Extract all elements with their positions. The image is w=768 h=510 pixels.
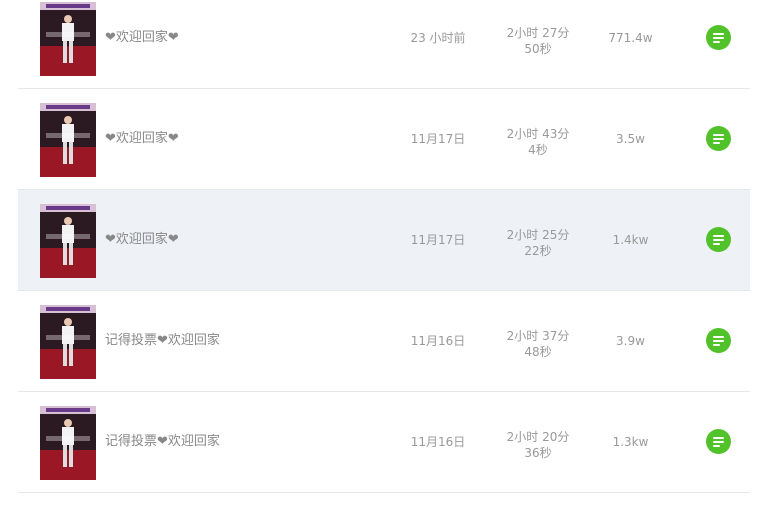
view-count: 1.4kw <box>612 233 649 247</box>
publish-time: 11月16日 <box>410 334 466 348</box>
video-thumbnail[interactable] <box>40 204 96 278</box>
list-item[interactable]: 记得投票❤欢迎回家 11月16日 2小时 20分 36秒 1.3kw <box>18 392 750 493</box>
duration-seconds: 4秒 <box>528 143 548 157</box>
list-icon[interactable] <box>706 126 731 151</box>
video-thumbnail[interactable] <box>40 103 96 177</box>
video-title[interactable]: 记得投票❤欢迎回家 <box>105 291 220 391</box>
video-duration: 2小时 25分 22秒 <box>493 227 583 259</box>
video-title[interactable]: ❤欢迎回家❤ <box>105 190 179 290</box>
duration-seconds: 48秒 <box>524 345 552 359</box>
list-icon[interactable] <box>706 227 731 252</box>
video-duration: 2小时 27分 50秒 <box>493 25 583 57</box>
publish-time: 11月17日 <box>410 233 466 247</box>
duration-hours-minutes: 2小时 25分 <box>506 228 570 242</box>
video-duration: 2小时 20分 36秒 <box>493 429 583 461</box>
duration-seconds: 36秒 <box>524 446 552 460</box>
video-thumbnail[interactable] <box>40 2 96 76</box>
publish-time: 23 小时前 <box>410 31 466 45</box>
list-item[interactable]: ❤欢迎回家❤ 23 小时前 2小时 27分 50秒 771.4w <box>18 0 750 89</box>
view-count: 1.3kw <box>612 435 649 449</box>
list-item[interactable]: ❤欢迎回家❤ 11月17日 2小时 25分 22秒 1.4kw <box>18 190 750 291</box>
view-count: 771.4w <box>608 31 653 45</box>
list-item[interactable]: ❤欢迎回家❤ 11月17日 2小时 43分 4秒 3.5w <box>18 89 750 190</box>
view-count: 3.9w <box>616 334 645 348</box>
duration-hours-minutes: 2小时 20分 <box>506 430 570 444</box>
duration-seconds: 22秒 <box>524 244 552 258</box>
publish-time: 11月16日 <box>410 435 466 449</box>
video-list: ❤欢迎回家❤ 23 小时前 2小时 27分 50秒 771.4w ❤欢迎回家❤ … <box>18 0 750 493</box>
duration-hours-minutes: 2小时 37分 <box>506 329 570 343</box>
video-thumbnail[interactable] <box>40 305 96 379</box>
video-duration: 2小时 43分 4秒 <box>493 126 583 158</box>
video-title[interactable]: ❤欢迎回家❤ <box>105 89 179 189</box>
list-icon[interactable] <box>706 429 731 454</box>
list-icon[interactable] <box>706 328 731 353</box>
duration-hours-minutes: 2小时 43分 <box>506 127 570 141</box>
duration-seconds: 50秒 <box>524 42 552 56</box>
duration-hours-minutes: 2小时 27分 <box>506 26 570 40</box>
list-icon[interactable] <box>706 25 731 50</box>
video-title[interactable]: 记得投票❤欢迎回家 <box>105 392 220 492</box>
video-thumbnail[interactable] <box>40 406 96 480</box>
video-title[interactable]: ❤欢迎回家❤ <box>105 0 179 88</box>
list-item[interactable]: 记得投票❤欢迎回家 11月16日 2小时 37分 48秒 3.9w <box>18 291 750 392</box>
view-count: 3.5w <box>616 132 645 146</box>
publish-time: 11月17日 <box>410 132 466 146</box>
video-duration: 2小时 37分 48秒 <box>493 328 583 360</box>
